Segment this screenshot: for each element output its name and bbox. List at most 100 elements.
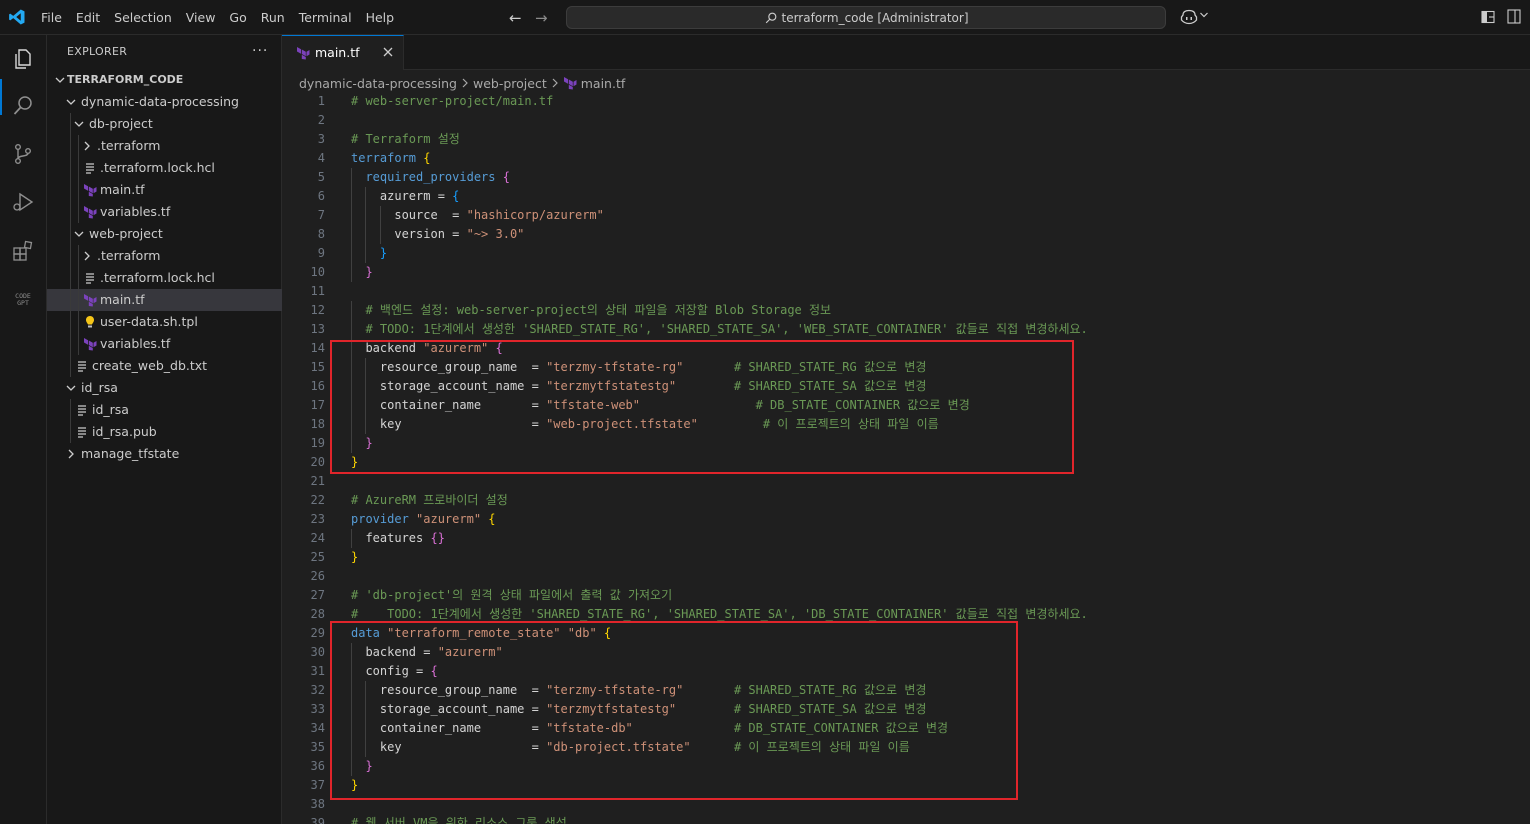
line-content: required_providers { xyxy=(351,168,510,187)
code-line: 23 provider "azurerm" { xyxy=(282,510,1530,529)
tree-item-label: main.tf xyxy=(100,292,145,307)
line-content: } xyxy=(351,263,372,282)
code-line: 27 # 'db-project'의 원격 상태 파일에서 출력 값 가져오기 xyxy=(282,586,1530,605)
line-number: 14 xyxy=(310,341,325,355)
line-content: # 'db-project'의 원격 상태 파일에서 출력 값 가져오기 xyxy=(351,586,672,605)
code-token: { xyxy=(452,189,460,203)
file-item-create-web-db-txt[interactable]: create_web_db.txt xyxy=(47,355,282,377)
chevron-down-icon[interactable] xyxy=(1199,10,1209,20)
breadcrumb-item[interactable]: main.tf xyxy=(581,76,626,91)
close-icon[interactable] xyxy=(382,46,394,58)
indent-guide xyxy=(78,135,79,157)
code-token: source = xyxy=(351,208,467,222)
forward-arrow-icon[interactable]: → xyxy=(535,9,548,27)
code-token: "hashicorp/azurerm" xyxy=(466,208,604,222)
file-item-main-tf[interactable]: main.tf xyxy=(47,289,282,311)
secondary-sidebar-icon[interactable] xyxy=(1507,9,1521,24)
folder-item-terraform[interactable]: .terraform xyxy=(47,245,282,267)
file-item-terraform-lock-hcl[interactable]: .terraform.lock.hcl xyxy=(47,267,282,289)
menu-go[interactable]: Go xyxy=(222,0,253,35)
menu-selection[interactable]: Selection xyxy=(107,0,179,35)
file-item-terraform-lock-hcl[interactable]: .terraform.lock.hcl xyxy=(47,157,282,179)
codegpt-icon[interactable]: CODE GPT xyxy=(11,287,35,311)
menu-file[interactable]: File xyxy=(34,0,69,35)
line-number: 23 xyxy=(310,512,325,526)
line-number: 2 xyxy=(317,113,325,127)
tab-main-tf[interactable]: main.tf xyxy=(282,35,404,70)
tree-item-label: user-data.sh.tpl xyxy=(100,314,198,329)
code-token: azurerm = xyxy=(351,189,453,203)
tree-item-label: id_rsa xyxy=(92,402,129,417)
lines-file-icon xyxy=(78,361,86,372)
svg-text:GPT: GPT xyxy=(17,299,29,307)
code-token: required_providers xyxy=(365,170,496,184)
menu-help[interactable]: Help xyxy=(359,0,402,35)
folder-item-db-project[interactable]: db-project xyxy=(47,113,282,135)
indent-guide xyxy=(70,267,71,289)
code-line: 9 } xyxy=(282,244,1530,263)
menu-terminal[interactable]: Terminal xyxy=(292,0,359,35)
line-number: 7 xyxy=(317,208,325,222)
file-item-variables-tf[interactable]: variables.tf xyxy=(47,333,282,355)
run-debug-icon[interactable] xyxy=(11,190,35,214)
folder-item-web-project[interactable]: web-project xyxy=(47,223,282,245)
folder-item-dynamic-data-processing[interactable]: dynamic-data-processing xyxy=(47,91,282,113)
indent-guide xyxy=(78,201,79,223)
code-line: 7 source = "hashicorp/azurerm" xyxy=(282,206,1530,225)
code-token: terraform xyxy=(351,151,417,165)
vscode-logo-icon[interactable] xyxy=(8,8,26,26)
indent-guide xyxy=(70,245,71,267)
command-center-text: terraform_code [Administrator] xyxy=(781,10,969,25)
more-actions-icon[interactable]: ··· xyxy=(252,43,268,59)
search-icon[interactable] xyxy=(11,94,35,118)
tree-item-label: .terraform.lock.hcl xyxy=(100,270,215,285)
menu-run[interactable]: Run xyxy=(254,0,292,35)
explorer-files-icon[interactable] xyxy=(11,47,35,71)
indent-guide xyxy=(78,289,79,311)
chevron-down-icon xyxy=(66,385,76,391)
file-item-user-data-sh-tpl[interactable]: user-data.sh.tpl xyxy=(47,311,282,333)
code-token: # TODO: 1단계에서 생성한 'SHARED_STATE_RG', 'SH… xyxy=(351,607,1088,621)
tree-item-label: create_web_db.txt xyxy=(92,358,208,373)
code-token: # Terraform 설정 xyxy=(351,132,460,146)
code-line: 1 # web-server-project/main.tf xyxy=(282,92,1530,111)
extensions-icon[interactable] xyxy=(11,239,35,263)
file-item-id-rsa-pub[interactable]: id_rsa.pub xyxy=(47,421,282,443)
menu-view[interactable]: View xyxy=(179,0,223,35)
terraform-icon xyxy=(84,206,97,219)
file-item-id-rsa[interactable]: id_rsa xyxy=(47,399,282,421)
command-center-search[interactable]: terraform_code [Administrator] xyxy=(566,6,1166,29)
folder-item-terraform-code[interactable]: TERRAFORM_CODE xyxy=(47,69,282,91)
breadcrumb: dynamic-data-processing web-project main… xyxy=(299,72,625,94)
folder-item-terraform[interactable]: .terraform xyxy=(47,135,282,157)
code-line: 22 # AzureRM 프로바이더 설정 xyxy=(282,491,1530,510)
line-number: 38 xyxy=(310,797,325,811)
indent-guide xyxy=(70,399,71,421)
line-number: 39 xyxy=(310,816,325,824)
source-control-icon[interactable] xyxy=(11,142,35,166)
chevron-down-icon xyxy=(74,231,84,237)
breadcrumb-item[interactable]: web-project xyxy=(473,76,547,91)
menu-edit[interactable]: Edit xyxy=(69,0,107,35)
file-item-main-tf[interactable]: main.tf xyxy=(47,179,282,201)
code-line: 5 required_providers { xyxy=(282,168,1530,187)
line-number: 27 xyxy=(310,588,325,602)
copilot-icon[interactable] xyxy=(1180,9,1198,25)
line-number: 15 xyxy=(310,360,325,374)
line-content: provider "azurerm" { xyxy=(351,510,496,529)
folder-item-id-rsa[interactable]: id_rsa xyxy=(47,377,282,399)
indent-guide xyxy=(70,157,71,179)
back-arrow-icon[interactable]: ← xyxy=(509,9,522,27)
code-token: # 백엔드 설정: web-server-project의 상태 파일을 저장할… xyxy=(365,303,832,317)
file-item-variables-tf[interactable]: variables.tf xyxy=(47,201,282,223)
tree-item-label: variables.tf xyxy=(100,204,171,219)
chevron-right-icon xyxy=(68,449,74,459)
line-number: 19 xyxy=(310,436,325,450)
layout-toggle-icon[interactable] xyxy=(1481,10,1495,24)
folder-item-manage-tfstate[interactable]: manage_tfstate xyxy=(47,443,282,465)
terraform-icon xyxy=(84,294,97,307)
breadcrumb-item[interactable]: dynamic-data-processing xyxy=(299,76,457,91)
